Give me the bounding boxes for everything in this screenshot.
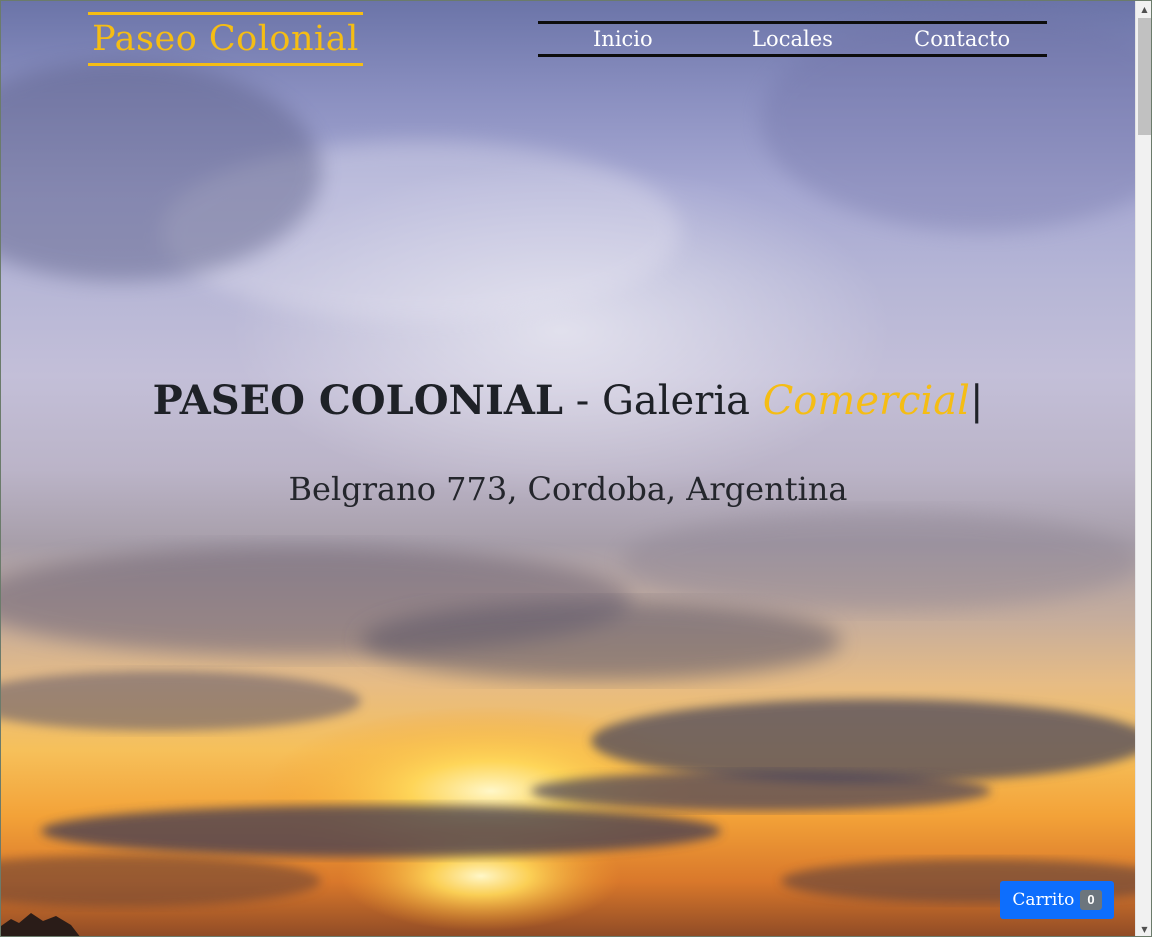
browser-viewport: Paseo Colonial Inicio Locales Contacto P… (0, 0, 1152, 937)
vertical-scrollbar[interactable]: ▲ ▼ (1135, 1, 1151, 936)
hero-title: PASEO COLONIAL - Galeria Comercial| (1, 375, 1135, 427)
up-arrow-icon[interactable]: ▲ (1136, 1, 1151, 18)
nav-item-contacto[interactable]: Contacto (877, 24, 1047, 54)
down-arrow-icon[interactable]: ▼ (1136, 921, 1151, 936)
nav-item-inicio[interactable]: Inicio (538, 24, 708, 54)
hero-address: Belgrano 773, Cordoba, Argentina (288, 470, 848, 508)
hero-title-subtitle: Galeria (601, 378, 763, 424)
hero-title-typed-word: Comercial (762, 378, 970, 424)
typing-cursor: | (969, 378, 984, 424)
hero-title-separator: - (563, 378, 602, 424)
main-nav: Inicio Locales Contacto (538, 21, 1047, 57)
cart-button-label: Carrito (1012, 890, 1075, 910)
scrollbar-thumb[interactable] (1138, 18, 1151, 135)
nav-item-locales[interactable]: Locales (708, 24, 878, 54)
cart-count-badge: 0 (1080, 890, 1102, 910)
site-brand-logo[interactable]: Paseo Colonial (88, 12, 363, 66)
hero-title-name: PASEO COLONIAL (152, 377, 563, 424)
cart-button[interactable]: Carrito 0 (1000, 881, 1114, 919)
